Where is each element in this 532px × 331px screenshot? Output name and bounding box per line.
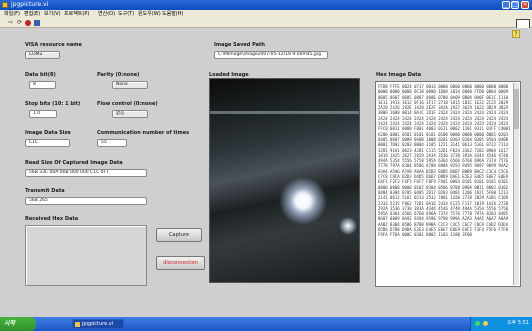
image-data-size-field: C1C	[25, 139, 70, 147]
image-data-size-label: Image Data Size	[25, 130, 71, 136]
menu-view[interactable]: 보기(V)	[44, 11, 61, 17]
taskbar-item[interactable]: jpgpicture.vi	[72, 319, 124, 329]
system-tray: 오후 5:51	[470, 317, 532, 331]
window-titlebar[interactable]: jpgpicture.vi _ □ ×	[0, 0, 532, 10]
app-icon	[2, 2, 8, 8]
received-hex-field[interactable]	[25, 225, 147, 286]
data-bit-field[interactable]: 8	[29, 81, 56, 89]
parity-label: Parity (0:none)	[97, 72, 140, 78]
menu-bar: 파일(F) 편집(E) 보기(V) 프로젝트(P) 연산(O) 도구(T) 윈도…	[0, 10, 532, 18]
capture-button[interactable]: Capture	[156, 228, 202, 242]
transmit-data-label: Transmit Data	[25, 188, 65, 194]
flow-control-label: Flow control (0:none)	[97, 101, 158, 107]
image-saved-path-label: Image Saved Path	[214, 42, 265, 48]
maximize-button[interactable]: □	[511, 1, 519, 9]
comm-times-field: 55	[97, 139, 127, 147]
start-button[interactable]: 시작	[0, 317, 36, 331]
photo-highlight-streak	[210, 111, 359, 114]
volume-icon[interactable]	[483, 321, 488, 326]
disconnection-button[interactable]: disconnection	[156, 256, 205, 270]
taskbar-item-label: jpgpicture.vi	[82, 321, 114, 327]
menu-file[interactable]: 파일(F)	[4, 11, 20, 17]
hex-scrollbar[interactable]	[513, 83, 519, 285]
menu-project[interactable]: 프로젝트(P)	[64, 11, 89, 17]
run-arrow-icon[interactable]: ⇨	[7, 20, 14, 26]
menu-edit[interactable]: 편집(E)	[24, 11, 40, 17]
menu-operate[interactable]: 연산(O)	[98, 11, 115, 17]
loaded-image-display	[209, 78, 360, 283]
flow-control-select[interactable]: 없음	[112, 110, 148, 118]
close-button[interactable]: ×	[521, 1, 529, 9]
menu-window[interactable]: 윈도우(W)	[138, 11, 161, 17]
vi-file-icon	[75, 322, 80, 327]
stop-bits-label: Stop bits (10: 1 bit)	[25, 101, 81, 107]
window-title: jpgpicture.vi	[11, 1, 49, 8]
comm-times-label: Communication number of times	[97, 130, 190, 136]
hex-scrollbar-thumb[interactable]	[514, 89, 519, 129]
transmit-data-field[interactable]: 56B 265	[25, 197, 147, 205]
abort-icon[interactable]	[25, 20, 31, 26]
visa-resource-label: VISA resource name	[25, 42, 82, 48]
hex-image-data-text: FFD8 FFFE 0024 0717 0014 0000 0000 0000 …	[378, 84, 511, 238]
visa-resource-select[interactable]: COM2	[25, 51, 60, 59]
menu-tools[interactable]: 도구(T)	[118, 11, 134, 17]
pause-icon[interactable]	[34, 20, 40, 26]
taskbar: 시작 jpgpicture.vi 오후 5:51	[0, 317, 532, 331]
toolbar: ⇨ ⟳	[0, 18, 532, 28]
tray-clock: 오후 5:51	[506, 320, 529, 326]
read-size-field: 56B 33C 00A 00B 000 000 C1C 0FT	[25, 169, 147, 177]
image-saved-path-field[interactable]: C:\Mimage\image2007-05-12\16 9.00m45.jpg	[214, 51, 328, 59]
data-bit-label: Data bit(8)	[25, 72, 56, 78]
received-hex-label: Received Hex Data	[25, 216, 79, 222]
network-icon[interactable]	[475, 321, 480, 326]
minimize-button[interactable]: _	[502, 1, 510, 9]
menu-help[interactable]: 도움말(H)	[162, 11, 183, 17]
stop-bits-field[interactable]: 1.0	[29, 110, 57, 118]
run-continuously-icon[interactable]: ⟳	[16, 20, 23, 26]
help-icon[interactable]: ?	[512, 30, 520, 38]
captured-photo	[210, 79, 359, 282]
parity-select[interactable]: None	[112, 81, 148, 89]
hex-image-data-box[interactable]: FFD8 FFFE 0024 0717 0014 0000 0000 0000 …	[375, 81, 521, 287]
read-size-label: Read Size Of Captured Image Data	[25, 160, 123, 166]
hex-image-data-label: Hex Image Data	[376, 72, 421, 78]
